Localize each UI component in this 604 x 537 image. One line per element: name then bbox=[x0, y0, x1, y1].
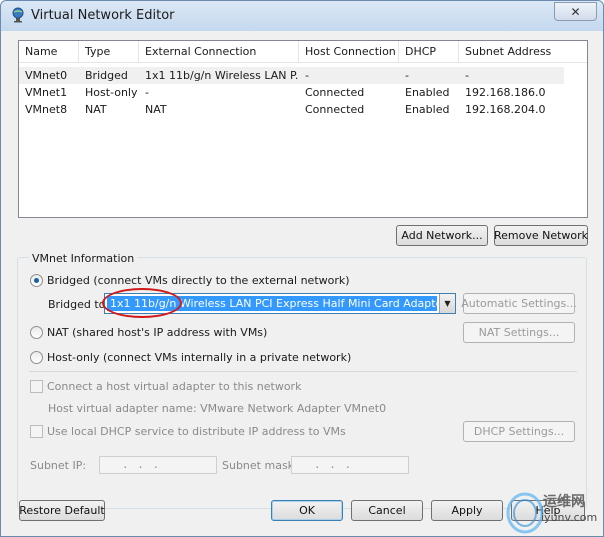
cell-host-connection: Connected bbox=[305, 86, 365, 99]
cell-dhcp: Enabled bbox=[405, 86, 450, 99]
table-row[interactable]: VMnet8 NAT NAT Connected Enabled 192.168… bbox=[19, 101, 564, 118]
cell-type: Bridged bbox=[85, 69, 128, 82]
cell-type: Host-only bbox=[85, 86, 138, 99]
automatic-settings-button[interactable]: Automatic Settings... bbox=[461, 293, 577, 314]
bridged-to-label: Bridged to: bbox=[48, 298, 110, 311]
title-bar[interactable]: Virtual Network Editor ✕ bbox=[1, 1, 603, 31]
nat-radio-label[interactable]: NAT (shared host's IP address with VMs) bbox=[47, 326, 267, 339]
nat-settings-button[interactable]: NAT Settings... bbox=[463, 322, 575, 343]
red-annotation-circle bbox=[102, 288, 182, 318]
cell-dhcp: - bbox=[405, 69, 409, 82]
cell-type: NAT bbox=[85, 103, 107, 116]
cell-subnet-address: - bbox=[465, 69, 469, 82]
cell-name: VMnet0 bbox=[25, 69, 68, 82]
apply-button[interactable]: Apply bbox=[431, 500, 503, 521]
cell-host-connection: Connected bbox=[305, 103, 365, 116]
watermark-text-url: iyunv.com bbox=[541, 511, 598, 524]
connect-adapter-checkbox[interactable] bbox=[30, 380, 43, 393]
cell-dhcp: Enabled bbox=[405, 103, 450, 116]
dialog-client-area: Name Type External Connection Host Conne… bbox=[7, 31, 597, 531]
dhcp-checkbox[interactable] bbox=[30, 425, 43, 438]
network-list[interactable]: Name Type External Connection Host Conne… bbox=[18, 40, 588, 218]
column-header-host-connection[interactable]: Host Connection bbox=[299, 41, 399, 63]
add-network-button[interactable]: Add Network... bbox=[396, 225, 488, 246]
cell-subnet-address: 192.168.186.0 bbox=[465, 86, 546, 99]
group-label: VMnet Information bbox=[29, 252, 138, 265]
cancel-button[interactable]: Cancel bbox=[351, 500, 423, 521]
watermark-text-cn: 运维网 bbox=[543, 494, 585, 510]
ok-button[interactable]: OK bbox=[271, 500, 343, 521]
bridged-radio[interactable] bbox=[30, 274, 43, 287]
table-row[interactable]: VMnet1 Host-only - Connected Enabled 192… bbox=[19, 84, 564, 101]
window-title: Virtual Network Editor bbox=[31, 8, 175, 23]
remove-network-button[interactable]: Remove Network bbox=[494, 225, 588, 246]
chevron-down-icon[interactable]: ▼ bbox=[439, 294, 455, 313]
cell-subnet-address: 192.168.204.0 bbox=[465, 103, 546, 116]
table-row[interactable]: VMnet0 Bridged 1x1 11b/g/n Wireless LAN … bbox=[19, 67, 564, 84]
close-icon: ✕ bbox=[570, 4, 581, 19]
column-header-external-connection[interactable]: External Connection bbox=[139, 41, 299, 63]
list-header: Name Type External Connection Host Conne… bbox=[19, 41, 587, 63]
cell-host-connection: - bbox=[305, 69, 309, 82]
virtual-network-editor-window: Virtual Network Editor ✕ Name Type Exter… bbox=[0, 0, 604, 537]
cell-external-connection: NAT bbox=[145, 103, 167, 116]
host-only-radio[interactable] bbox=[30, 351, 43, 364]
site-watermark: 运维网 iyunv.com bbox=[503, 487, 603, 537]
dhcp-settings-button[interactable]: DHCP Settings... bbox=[463, 421, 575, 442]
subnet-mask-field[interactable]: . . . bbox=[291, 456, 409, 474]
restore-default-button[interactable]: Restore Default bbox=[19, 500, 105, 521]
connect-adapter-label[interactable]: Connect a host virtual adapter to this n… bbox=[47, 380, 301, 393]
nat-radio[interactable] bbox=[30, 326, 43, 339]
cell-external-connection: 1x1 11b/g/n Wireless LAN P... bbox=[145, 69, 299, 82]
cell-external-connection: - bbox=[145, 86, 149, 99]
network-globe-icon bbox=[12, 7, 24, 23]
subnet-ip-label: Subnet IP: bbox=[30, 459, 87, 472]
subnet-ip-field[interactable]: . . . bbox=[99, 456, 217, 474]
dhcp-label[interactable]: Use local DHCP service to distribute IP … bbox=[47, 425, 346, 438]
divider bbox=[29, 371, 577, 372]
column-header-dhcp[interactable]: DHCP bbox=[399, 41, 459, 63]
column-header-name[interactable]: Name bbox=[19, 41, 79, 63]
close-button[interactable]: ✕ bbox=[554, 2, 597, 21]
cell-name: VMnet1 bbox=[25, 86, 68, 99]
bridged-radio-label[interactable]: Bridged (connect VMs directly to the ext… bbox=[47, 274, 350, 287]
host-only-radio-label[interactable]: Host-only (connect VMs internally in a p… bbox=[47, 351, 351, 364]
cell-name: VMnet8 bbox=[25, 103, 68, 116]
column-header-subnet-address[interactable]: Subnet Address bbox=[459, 41, 587, 63]
adapter-name-text: Host virtual adapter name: VMware Networ… bbox=[48, 402, 387, 415]
subnet-mask-label: Subnet mask: bbox=[222, 459, 298, 472]
column-header-type[interactable]: Type bbox=[79, 41, 139, 63]
